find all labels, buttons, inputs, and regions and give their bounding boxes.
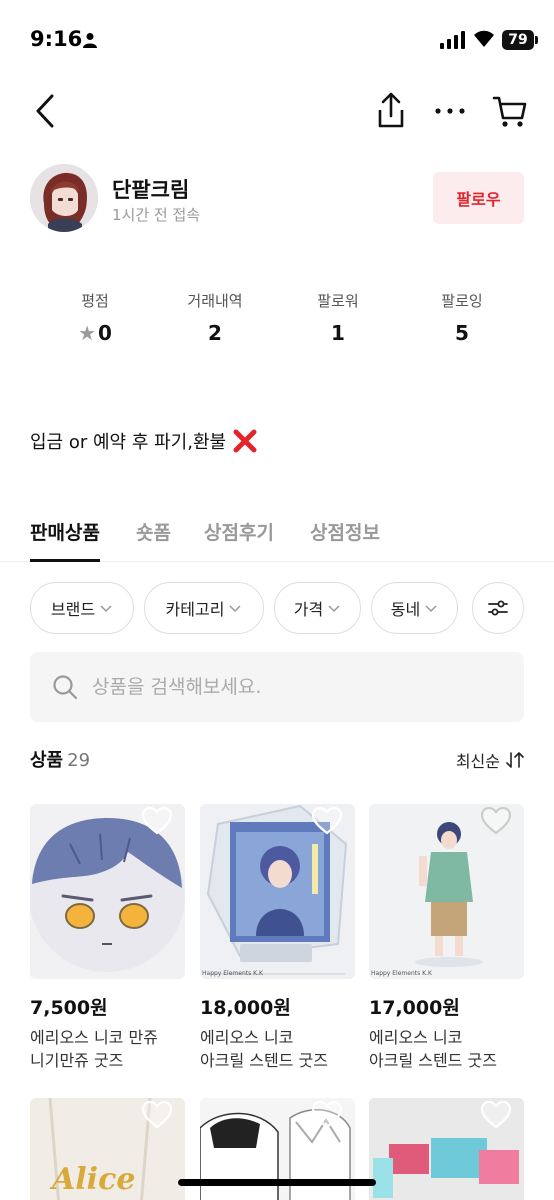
follow-button[interactable]: 팔로우 (433, 172, 524, 224)
sort-label: 최신순 (455, 752, 500, 771)
stat-value: 0 (98, 321, 112, 345)
heart-icon[interactable] (311, 1100, 343, 1130)
product-name: 에리오스 니코아크릴 스텐드 굿즈 (369, 1026, 524, 1072)
product-name-line: 에리오스 니코 (369, 1028, 463, 1047)
battery-icon: 79 (502, 30, 534, 50)
product-thumbnail[interactable] (30, 804, 185, 979)
shop-stats: 평점 ★ 0 거래내역 2 팔로워 1 팔로잉 5 (0, 290, 554, 350)
heart-icon[interactable] (311, 806, 343, 836)
stat-following[interactable]: 팔로잉 5 (407, 290, 517, 345)
top-nav (0, 88, 554, 134)
battery-tip (535, 36, 538, 44)
filter-neighborhood[interactable]: 동네 (371, 582, 458, 634)
share-icon[interactable] (374, 90, 408, 130)
product-thumbnail[interactable]: Happy Elements K.K (200, 804, 355, 979)
filter-label: 가격 (293, 600, 324, 619)
product-image-caption: Alice (52, 1162, 136, 1197)
tab-shop-info[interactable]: 상점정보 (310, 518, 380, 562)
shop-profile: 단팥크림 1시간 전 접속 팔로우 (0, 160, 554, 240)
tab-reviews[interactable]: 상점후기 (204, 518, 274, 562)
stat-label: 팔로워 (317, 292, 359, 310)
avatar[interactable] (30, 164, 98, 232)
chevron-down-icon (425, 605, 437, 613)
product-list-header: 상품 29 최신순 (30, 746, 524, 774)
stat-transactions[interactable]: 거래내역 2 (160, 290, 270, 345)
star-icon: ★ (78, 321, 96, 345)
person-icon (83, 33, 97, 48)
filter-brand[interactable]: 브랜드 (30, 582, 134, 634)
stat-label: 팔로잉 (441, 292, 483, 310)
product-card[interactable]: Happy Elements K.K 18,000원 에리오스 니코아크릴 스텐… (200, 804, 355, 1072)
chevron-down-icon (229, 605, 241, 613)
product-price: 7,500원 (30, 997, 108, 1019)
product-thumbnail[interactable]: Alice (30, 1098, 185, 1200)
heart-icon[interactable] (480, 806, 512, 836)
product-thumbnail[interactable] (369, 1098, 524, 1200)
shop-name: 단팥크림 (112, 178, 190, 202)
red-x-icon (233, 429, 257, 453)
product-price: 17,000원 (369, 997, 460, 1019)
stat-value: 2 (208, 321, 222, 345)
search-icon (53, 675, 78, 700)
tab-products[interactable]: 판매상품 (30, 518, 100, 562)
heart-icon[interactable] (141, 1100, 173, 1130)
last-seen-text: 1시간 전 접속 (112, 206, 201, 224)
status-bar: 9:16 79 (0, 0, 554, 80)
filter-label: 동네 (390, 600, 421, 619)
wifi-icon (474, 30, 494, 47)
product-count: 29 (67, 750, 91, 771)
cart-icon[interactable] (492, 92, 528, 130)
sort-icon (506, 752, 524, 768)
shop-intro-text: 입금 or 예약 후 파기,환불 (30, 432, 227, 453)
brand-mark: Happy Elements K.K (202, 970, 263, 977)
product-card[interactable] (369, 1098, 524, 1200)
sliders-icon (488, 600, 508, 616)
product-card[interactable]: Happy Elements K.K 17,000원 에리오스 니코아크릴 스텐… (369, 804, 524, 1072)
product-name: 에리오스 니코아크릴 스텐드 굿즈 (200, 1026, 355, 1072)
chevron-down-icon (100, 605, 112, 613)
product-name-line: 에리오스 니코 만쥬 (30, 1028, 158, 1047)
filter-label: 카테고리 (165, 600, 225, 619)
brand-mark: Happy Elements K.K (371, 970, 432, 977)
product-name-line: 니기만쥬 굿즈 (30, 1051, 124, 1070)
tab-shortform[interactable]: 숏폼 (136, 518, 171, 562)
shop-intro: 입금 or 예약 후 파기,환불 (30, 428, 258, 454)
shop-tabs: 판매상품 숏폼 상점후기 상점정보 (0, 514, 554, 562)
sort-dropdown[interactable]: 최신순 (456, 748, 524, 772)
back-arrow-icon[interactable] (30, 92, 60, 130)
filter-category[interactable]: 카테고리 (144, 582, 264, 634)
stat-value: 1 (331, 321, 345, 345)
search-input[interactable] (92, 666, 512, 708)
cellular-signal-icon (440, 31, 465, 49)
avatar-image (30, 164, 98, 232)
stat-rating[interactable]: 평점 ★ 0 (40, 290, 150, 345)
product-price: 18,000원 (200, 997, 291, 1019)
stat-value: 5 (455, 321, 469, 345)
filter-settings-button[interactable] (472, 582, 524, 634)
product-name-line: 아크릴 스텐드 굿즈 (200, 1051, 328, 1070)
filter-price[interactable]: 가격 (274, 582, 361, 634)
heart-icon[interactable] (480, 1100, 512, 1130)
product-card[interactable]: 7,500원 에리오스 니코 만쥬니기만쥬 굿즈 (30, 804, 185, 1072)
more-icon[interactable] (432, 94, 468, 128)
product-thumbnail[interactable]: Happy Elements K.K (369, 804, 524, 979)
product-list-title: 상품 (30, 750, 64, 771)
chevron-down-icon (328, 605, 340, 613)
product-name-line: 아크릴 스텐드 굿즈 (369, 1051, 497, 1070)
product-card[interactable]: Alice (30, 1098, 185, 1200)
heart-icon[interactable] (141, 806, 173, 836)
stat-label: 거래내역 (187, 292, 243, 310)
product-name: 에리오스 니코 만쥬니기만쥬 굿즈 (30, 1026, 185, 1072)
search-bar (30, 652, 524, 722)
filter-label: 브랜드 (50, 600, 96, 619)
status-time: 9:16 (30, 27, 83, 51)
product-name-line: 에리오스 니코 (200, 1028, 294, 1047)
home-indicator[interactable] (178, 1179, 376, 1186)
stat-followers[interactable]: 팔로워 1 (283, 290, 393, 345)
filter-chips: 브랜드 카테고리 가격 동네 (0, 582, 554, 634)
stat-label: 평점 (81, 292, 109, 310)
